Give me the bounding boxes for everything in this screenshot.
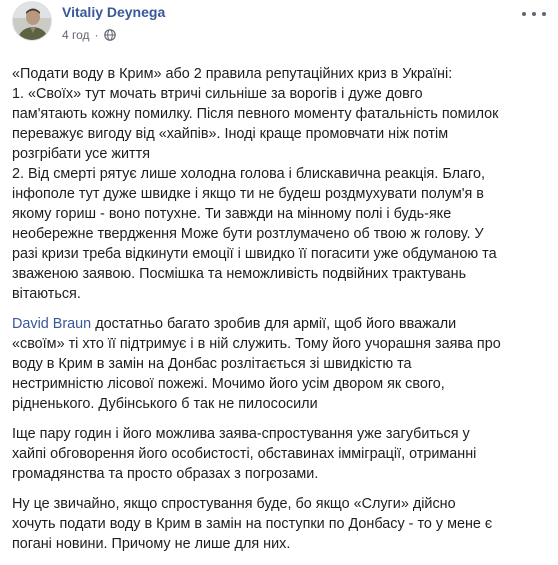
globe-icon[interactable] [103, 29, 116, 41]
text-line: 2. Від смерті рятує лише холодна голова … [12, 166, 485, 182]
text-line: нестримністю лісової пожежі. Мочимо його… [12, 376, 445, 392]
dot-icon [522, 12, 526, 16]
text-line: інфополе тут дуже швидке і якщо ти не бу… [12, 186, 484, 202]
paragraph-3: Іще пару годин і його можлива заява-спро… [12, 424, 546, 484]
text-line: переважує вигоду від «хайпів». Іноді кра… [12, 126, 449, 142]
more-options-button[interactable] [522, 6, 546, 22]
post-timestamp[interactable]: 4 год [62, 27, 90, 43]
text-line: рідненького. Дубінського б так не пилосо… [12, 396, 318, 412]
text-line: хочуть подати воду в Крим в замін на пос… [12, 516, 493, 532]
text-line: Іще пару годин і його можлива заява-спро… [12, 426, 470, 442]
author-avatar[interactable] [12, 1, 52, 41]
text-line: разі кризи треба відкинути емоції і швид… [12, 246, 497, 262]
meta-separator: · [94, 28, 99, 42]
text-line: зваженою заявою. Посмішка та неможливіст… [12, 266, 467, 282]
text-line: Ну це звичайно, якщо спростування буде, … [12, 496, 456, 512]
post-meta: Vitaliy Deynega 4 год · [62, 1, 165, 43]
text-line: David Braun достатньо багато зробив для … [12, 314, 546, 334]
facebook-post: Vitaliy Deynega 4 год · «Подати воду в К… [0, 0, 558, 565]
text-line: погані новини. Причому не лише для них. [12, 536, 291, 552]
text-line: якому гориш - воно потухне. Ти завжди на… [12, 206, 452, 222]
text-line: пам'ятають кожну помилку. Після певного … [12, 106, 499, 122]
post-body: «Подати воду в Крим» або 2 правила репут… [12, 64, 546, 564]
post-subline: 4 год · [62, 27, 165, 43]
text-line: 1. «Своїх» тут мочать втричі сильніше за… [12, 86, 423, 102]
text-line: воду в Крим в замін на Донбас розлітаєть… [12, 356, 412, 372]
text-line: необережне твердження Може бути розтлума… [12, 226, 484, 242]
paragraph-1: «Подати воду в Крим» або 2 правила репут… [12, 64, 546, 304]
dot-icon [542, 12, 546, 16]
text-line: розгрібати усе життя [12, 146, 150, 162]
text-line: громадянства та просто образах з погроза… [12, 466, 319, 482]
text-segment: достатньо багато зробив для армії, щоб й… [91, 316, 457, 332]
text-line: «Подати воду в Крим» або 2 правила репут… [12, 66, 453, 82]
author-name[interactable]: Vitaliy Deynega [62, 3, 165, 21]
post-header: Vitaliy Deynega 4 год · [12, 1, 165, 49]
text-line: вітаються. [12, 286, 81, 302]
paragraph-2: David Braun достатньо багато зробив для … [12, 314, 546, 414]
mention-link[interactable]: David Braun [12, 316, 91, 332]
paragraph-4: Ну це звичайно, якщо спростування буде, … [12, 494, 546, 554]
person-avatar-icon [13, 2, 51, 40]
dot-icon [532, 12, 536, 16]
text-line: хайпі обговорення його особистості, обст… [12, 446, 477, 462]
text-line: «своїм» ті хто її підтримує і в ній служ… [12, 336, 501, 352]
